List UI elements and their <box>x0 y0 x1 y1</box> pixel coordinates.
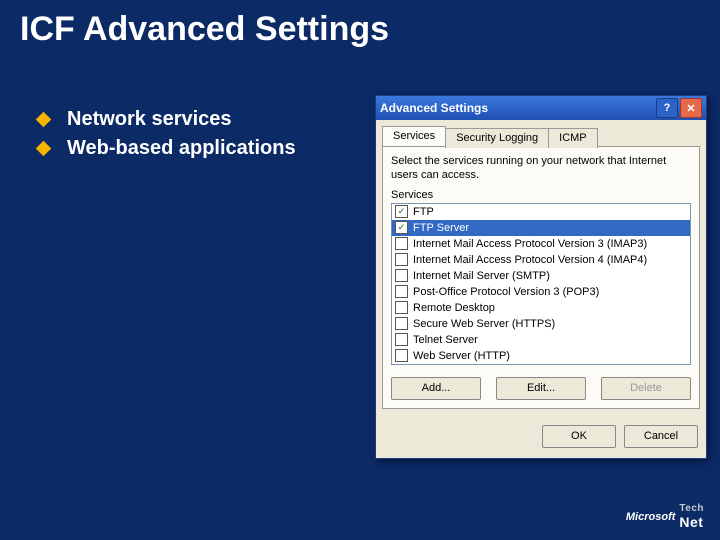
footer-logo: Microsoft Tech Net <box>626 503 704 530</box>
tab-services[interactable]: Services <box>382 126 446 146</box>
dialog-title: Advanced Settings <box>380 101 488 115</box>
service-item[interactable]: Remote Desktop <box>392 300 690 316</box>
bullet-list: Network services Web-based applications <box>38 107 348 161</box>
checkbox[interactable] <box>395 301 408 314</box>
bullet-item: Web-based applications <box>38 136 348 161</box>
service-item[interactable]: Internet Mail Server (SMTP) <box>392 268 690 284</box>
service-item[interactable]: Secure Web Server (HTTPS) <box>392 316 690 332</box>
instruction-text: Select the services running on your netw… <box>391 155 691 183</box>
delete-button: Delete <box>601 377 691 400</box>
bullet-text: Network services <box>67 107 232 132</box>
edit-button[interactable]: Edit... <box>496 377 586 400</box>
checkbox[interactable] <box>395 317 408 330</box>
bullet-text: Web-based applications <box>67 136 296 161</box>
bullet-icon <box>36 112 52 128</box>
checkbox[interactable] <box>395 237 408 250</box>
checkbox[interactable] <box>395 349 408 362</box>
technet-top: Tech <box>679 503 704 514</box>
service-item[interactable]: Web Server (HTTP) <box>392 348 690 364</box>
service-label: Web Server (HTTP) <box>413 350 510 362</box>
service-label: Internet Mail Access Protocol Version 3 … <box>413 238 647 250</box>
service-label: FTP <box>413 206 434 218</box>
service-label: Post-Office Protocol Version 3 (POP3) <box>413 286 599 298</box>
dialog-titlebar[interactable]: Advanced Settings ? ✕ <box>376 96 706 120</box>
help-button[interactable]: ? <box>656 98 678 118</box>
service-item[interactable]: Telnet Server <box>392 332 690 348</box>
service-label: Internet Mail Access Protocol Version 4 … <box>413 254 647 266</box>
services-listbox[interactable]: ✓ FTP ✓ FTP Server Internet Mail Access Prot… <box>391 203 691 365</box>
microsoft-logo: Microsoft <box>626 511 676 523</box>
help-icon: ? <box>664 102 671 114</box>
close-button[interactable]: ✕ <box>680 98 702 118</box>
add-button[interactable]: Add... <box>391 377 481 400</box>
service-item[interactable]: ✓ FTP <box>392 204 690 220</box>
checkbox[interactable] <box>395 333 408 346</box>
advanced-settings-dialog: Advanced Settings ? ✕ Services Security … <box>375 95 707 459</box>
cancel-button[interactable]: Cancel <box>624 425 698 448</box>
close-icon: ✕ <box>686 102 695 115</box>
service-label: Remote Desktop <box>413 302 495 314</box>
service-item[interactable]: ✓ FTP Server <box>392 220 690 236</box>
tab-strip: Services Security Logging ICMP <box>382 126 700 146</box>
bullet-icon <box>36 141 52 157</box>
checkbox[interactable]: ✓ <box>395 205 408 218</box>
ok-button[interactable]: OK <box>542 425 616 448</box>
service-label: FTP Server <box>413 222 469 234</box>
checkbox[interactable] <box>395 269 408 282</box>
checkbox[interactable] <box>395 285 408 298</box>
checkbox[interactable] <box>395 253 408 266</box>
service-label: Secure Web Server (HTTPS) <box>413 318 555 330</box>
technet-bottom: Net <box>679 514 703 530</box>
service-item[interactable]: Internet Mail Access Protocol Version 3 … <box>392 236 690 252</box>
service-item[interactable]: Post-Office Protocol Version 3 (POP3) <box>392 284 690 300</box>
service-item[interactable]: Internet Mail Access Protocol Version 4 … <box>392 252 690 268</box>
slide-title: ICF Advanced Settings <box>0 0 720 57</box>
service-label: Internet Mail Server (SMTP) <box>413 270 550 282</box>
tab-icmp[interactable]: ICMP <box>548 128 598 148</box>
services-label: Services <box>391 189 691 201</box>
tab-security-logging[interactable]: Security Logging <box>445 128 549 148</box>
service-label: Telnet Server <box>413 334 478 346</box>
checkbox[interactable]: ✓ <box>395 221 408 234</box>
tab-body: Select the services running on your netw… <box>382 146 700 409</box>
bullet-item: Network services <box>38 107 348 132</box>
